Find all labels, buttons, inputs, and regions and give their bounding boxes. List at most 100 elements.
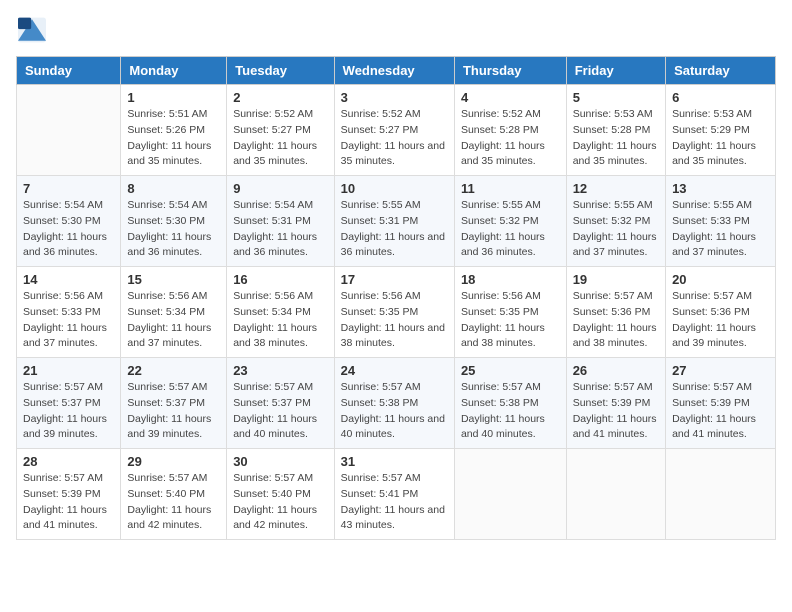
col-header-wednesday: Wednesday: [334, 57, 454, 85]
calendar-cell: 21 Sunrise: 5:57 AMSunset: 5:37 PMDayligh…: [17, 358, 121, 449]
day-number: 13: [672, 181, 769, 196]
day-info: Sunrise: 5:56 AMSunset: 5:35 PMDaylight:…: [341, 289, 448, 352]
calendar-cell: 18 Sunrise: 5:56 AMSunset: 5:35 PMDayligh…: [454, 267, 566, 358]
calendar-cell: 7Sunrise: 5:54 AMSunset: 5:30 PMDaylight…: [17, 176, 121, 267]
calendar-cell: 14Sunrise: 5:56 AMSunset: 5:33 PMDayligh…: [17, 267, 121, 358]
day-info: Sunrise: 5:54 AMSunset: 5:31 PMDaylight:…: [233, 198, 327, 261]
day-info: Sunrise: 5:57 AMSunset: 5:38 PMDaylight:…: [341, 380, 448, 443]
day-info: Sunrise: 5:57 AMSunset: 5:37 PMDaylight:…: [127, 380, 220, 443]
calendar-cell: 29 Sunrise: 5:57 AMSunset: 5:40 PMDayligh…: [121, 449, 227, 540]
day-info: Sunrise: 5:57 AMSunset: 5:37 PMDaylight:…: [23, 380, 114, 443]
calendar-week-4: 21 Sunrise: 5:57 AMSunset: 5:37 PMDayligh…: [17, 358, 776, 449]
day-info: Sunrise: 5:55 AMSunset: 5:33 PMDaylight:…: [672, 198, 769, 261]
calendar-cell: 4 Sunrise: 5:52 AMSunset: 5:28 PMDaylight…: [454, 85, 566, 176]
day-info: Sunrise: 5:53 AMSunset: 5:28 PMDaylight:…: [573, 107, 659, 170]
calendar-cell: 1Sunrise: 5:51 AMSunset: 5:26 PMDaylight…: [121, 85, 227, 176]
day-number: 27: [672, 363, 769, 378]
calendar-cell: 22 Sunrise: 5:57 AMSunset: 5:37 PMDayligh…: [121, 358, 227, 449]
day-info: Sunrise: 5:57 AMSunset: 5:39 PMDaylight:…: [672, 380, 769, 443]
calendar-cell: 13 Sunrise: 5:55 AMSunset: 5:33 PMDayligh…: [666, 176, 776, 267]
day-number: 15: [127, 272, 220, 287]
day-number: 9: [233, 181, 327, 196]
calendar-cell: 3 Sunrise: 5:52 AMSunset: 5:27 PMDaylight…: [334, 85, 454, 176]
col-header-monday: Monday: [121, 57, 227, 85]
day-number: 8: [127, 181, 220, 196]
day-number: 18: [461, 272, 560, 287]
day-info: Sunrise: 5:56 AMSunset: 5:35 PMDaylight:…: [461, 289, 560, 352]
day-number: 6: [672, 90, 769, 105]
calendar-cell: 15 Sunrise: 5:56 AMSunset: 5:34 PMDayligh…: [121, 267, 227, 358]
calendar-cell: 11 Sunrise: 5:55 AMSunset: 5:32 PMDayligh…: [454, 176, 566, 267]
calendar-cell: 25 Sunrise: 5:57 AMSunset: 5:38 PMDayligh…: [454, 358, 566, 449]
calendar-cell: 20 Sunrise: 5:57 AMSunset: 5:36 PMDayligh…: [666, 267, 776, 358]
day-info: Sunrise: 5:56 AMSunset: 5:34 PMDaylight:…: [127, 289, 220, 352]
calendar-cell: 2Sunrise: 5:52 AMSunset: 5:27 PMDaylight…: [227, 85, 334, 176]
day-info: Sunrise: 5:55 AMSunset: 5:32 PMDaylight:…: [461, 198, 560, 261]
day-number: 12: [573, 181, 659, 196]
day-info: Sunrise: 5:54 AMSunset: 5:30 PMDaylight:…: [23, 198, 114, 261]
day-info: Sunrise: 5:56 AMSunset: 5:34 PMDaylight:…: [233, 289, 327, 352]
day-number: 25: [461, 363, 560, 378]
calendar-cell: 27 Sunrise: 5:57 AMSunset: 5:39 PMDayligh…: [666, 358, 776, 449]
day-number: 17: [341, 272, 448, 287]
calendar-table: SundayMondayTuesdayWednesdayThursdayFrid…: [16, 56, 776, 540]
calendar-cell: 8Sunrise: 5:54 AMSunset: 5:30 PMDaylight…: [121, 176, 227, 267]
day-number: 23: [233, 363, 327, 378]
calendar-cell: 26Sunrise: 5:57 AMSunset: 5:39 PMDayligh…: [566, 358, 665, 449]
day-number: 20: [672, 272, 769, 287]
calendar-cell: 16 Sunrise: 5:56 AMSunset: 5:34 PMDayligh…: [227, 267, 334, 358]
logo: [16, 16, 52, 44]
day-number: 29: [127, 454, 220, 469]
calendar-cell: 19Sunrise: 5:57 AMSunset: 5:36 PMDayligh…: [566, 267, 665, 358]
day-number: 1: [127, 90, 220, 105]
col-header-saturday: Saturday: [666, 57, 776, 85]
calendar-cell: 9 Sunrise: 5:54 AMSunset: 5:31 PMDaylight…: [227, 176, 334, 267]
day-info: Sunrise: 5:55 AMSunset: 5:31 PMDaylight:…: [341, 198, 448, 261]
day-number: 22: [127, 363, 220, 378]
col-header-friday: Friday: [566, 57, 665, 85]
day-info: Sunrise: 5:57 AMSunset: 5:39 PMDaylight:…: [23, 471, 114, 534]
calendar-cell: [17, 85, 121, 176]
calendar-week-2: 7Sunrise: 5:54 AMSunset: 5:30 PMDaylight…: [17, 176, 776, 267]
day-info: Sunrise: 5:57 AMSunset: 5:41 PMDaylight:…: [341, 471, 448, 534]
calendar-cell: 12 Sunrise: 5:55 AMSunset: 5:32 PMDayligh…: [566, 176, 665, 267]
calendar-cell: 24 Sunrise: 5:57 AMSunset: 5:38 PMDayligh…: [334, 358, 454, 449]
calendar-cell: [666, 449, 776, 540]
day-number: 10: [341, 181, 448, 196]
day-number: 16: [233, 272, 327, 287]
calendar-week-5: 28Sunrise: 5:57 AMSunset: 5:39 PMDayligh…: [17, 449, 776, 540]
calendar-cell: [454, 449, 566, 540]
day-info: Sunrise: 5:52 AMSunset: 5:28 PMDaylight:…: [461, 107, 560, 170]
col-header-thursday: Thursday: [454, 57, 566, 85]
day-info: Sunrise: 5:57 AMSunset: 5:36 PMDaylight:…: [573, 289, 659, 352]
day-info: Sunrise: 5:57 AMSunset: 5:38 PMDaylight:…: [461, 380, 560, 443]
day-number: 26: [573, 363, 659, 378]
day-number: 21: [23, 363, 114, 378]
day-number: 14: [23, 272, 114, 287]
day-info: Sunrise: 5:57 AMSunset: 5:37 PMDaylight:…: [233, 380, 327, 443]
day-info: Sunrise: 5:53 AMSunset: 5:29 PMDaylight:…: [672, 107, 769, 170]
calendar-cell: 17 Sunrise: 5:56 AMSunset: 5:35 PMDayligh…: [334, 267, 454, 358]
day-number: 4: [461, 90, 560, 105]
day-info: Sunrise: 5:57 AMSunset: 5:40 PMDaylight:…: [233, 471, 327, 534]
day-info: Sunrise: 5:52 AMSunset: 5:27 PMDaylight:…: [341, 107, 448, 170]
day-number: 11: [461, 181, 560, 196]
calendar-cell: 5 Sunrise: 5:53 AMSunset: 5:28 PMDaylight…: [566, 85, 665, 176]
calendar-cell: 10 Sunrise: 5:55 AMSunset: 5:31 PMDayligh…: [334, 176, 454, 267]
day-number: 24: [341, 363, 448, 378]
day-info: Sunrise: 5:57 AMSunset: 5:40 PMDaylight:…: [127, 471, 220, 534]
day-number: 31: [341, 454, 448, 469]
day-number: 3: [341, 90, 448, 105]
calendar-cell: 30 Sunrise: 5:57 AMSunset: 5:40 PMDayligh…: [227, 449, 334, 540]
page-header: [16, 16, 776, 44]
col-header-tuesday: Tuesday: [227, 57, 334, 85]
calendar-week-1: 1Sunrise: 5:51 AMSunset: 5:26 PMDaylight…: [17, 85, 776, 176]
day-info: Sunrise: 5:55 AMSunset: 5:32 PMDaylight:…: [573, 198, 659, 261]
calendar-cell: 23 Sunrise: 5:57 AMSunset: 5:37 PMDayligh…: [227, 358, 334, 449]
day-info: Sunrise: 5:57 AMSunset: 5:36 PMDaylight:…: [672, 289, 769, 352]
day-number: 30: [233, 454, 327, 469]
calendar-cell: 31 Sunrise: 5:57 AMSunset: 5:41 PMDayligh…: [334, 449, 454, 540]
day-info: Sunrise: 5:52 AMSunset: 5:27 PMDaylight:…: [233, 107, 327, 170]
day-number: 5: [573, 90, 659, 105]
calendar-cell: 28Sunrise: 5:57 AMSunset: 5:39 PMDayligh…: [17, 449, 121, 540]
